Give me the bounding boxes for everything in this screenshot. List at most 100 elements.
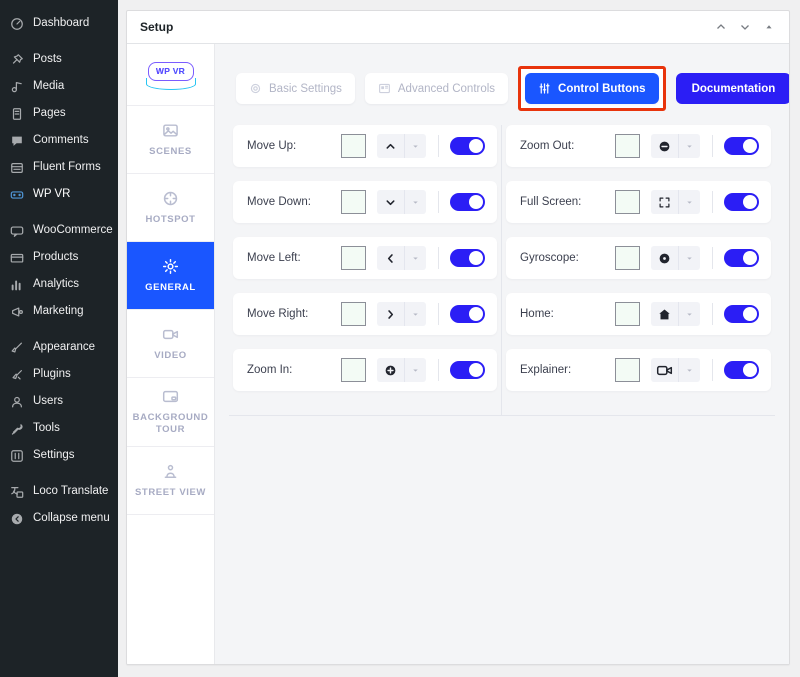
sidebar-divider xyxy=(0,37,118,46)
rail-item-hotspot[interactable]: HOTSPOT xyxy=(127,174,214,242)
tab-advanced-controls[interactable]: Advanced Controls xyxy=(364,73,509,104)
row-divider xyxy=(438,303,439,325)
icon-select-move-down[interactable] xyxy=(377,190,426,214)
sidebar-item-wp-vr[interactable]: WP VR xyxy=(0,181,118,208)
chevron-down-icon xyxy=(404,246,426,270)
toggle-move-left[interactable] xyxy=(450,249,485,267)
toggle-zoom-out[interactable] xyxy=(724,137,759,155)
icon-select-home[interactable] xyxy=(651,302,700,326)
rail-item-background-tour[interactable]: BACKGROUND TOUR xyxy=(127,378,214,447)
sidebar-item-label: WP VR xyxy=(33,188,71,200)
color-swatch-move-left[interactable] xyxy=(341,246,366,270)
icon-select-explainer[interactable] xyxy=(651,358,700,382)
megaphone-icon xyxy=(9,304,25,320)
page-title: Setup xyxy=(140,20,174,34)
toggle-panel-icon[interactable] xyxy=(757,15,781,39)
sidebar-item-pages[interactable]: Pages xyxy=(0,100,118,127)
tab-control-buttons[interactable]: Control Buttons xyxy=(525,73,659,104)
home-icon xyxy=(651,302,678,326)
background-tour-icon xyxy=(162,388,179,405)
sidebar-item-appearance[interactable]: Appearance xyxy=(0,334,118,361)
rail-item-general[interactable]: GENERAL xyxy=(127,242,214,310)
sidebar-item-fluent-forms[interactable]: Fluent Forms xyxy=(0,154,118,181)
forms-icon xyxy=(9,160,25,176)
sidebar-item-label: Users xyxy=(33,395,64,407)
sidebar-item-tools[interactable]: Tools xyxy=(0,415,118,442)
sidebar-item-label: Analytics xyxy=(33,278,80,290)
toggle-zoom-in[interactable] xyxy=(450,361,485,379)
chevron-down-icon xyxy=(678,190,700,214)
sidebar-item-plugins[interactable]: Plugins xyxy=(0,361,118,388)
sidebar-item-users[interactable]: Users xyxy=(0,388,118,415)
sidebar-item-label: Fluent Forms xyxy=(33,161,101,173)
color-swatch-full-screen[interactable] xyxy=(615,190,640,214)
analytics-icon xyxy=(9,277,25,293)
row-divider xyxy=(712,135,713,157)
toggle-home[interactable] xyxy=(724,305,759,323)
control-row-move-up: Move Up: xyxy=(233,125,497,167)
documentation-button[interactable]: Documentation xyxy=(675,73,789,104)
color-swatch-move-up[interactable] xyxy=(341,134,366,158)
sidebar-item-products[interactable]: Products xyxy=(0,244,118,271)
gear-outline-icon xyxy=(249,82,262,95)
toggle-move-up[interactable] xyxy=(450,137,485,155)
color-swatch-zoom-in[interactable] xyxy=(341,358,366,382)
sidebar-item-media[interactable]: Media xyxy=(0,73,118,100)
gear-icon xyxy=(162,258,179,275)
icon-select-full-screen[interactable] xyxy=(651,190,700,214)
move-up-icon[interactable] xyxy=(709,15,733,39)
icon-select-move-up[interactable] xyxy=(377,134,426,158)
sidebar-item-analytics[interactable]: Analytics xyxy=(0,271,118,298)
tab-label: Control Buttons xyxy=(558,82,646,95)
color-swatch-move-down[interactable] xyxy=(341,190,366,214)
sidebar-item-label: Media xyxy=(33,80,65,92)
chevron-down-icon xyxy=(404,302,426,326)
toggle-move-down[interactable] xyxy=(450,193,485,211)
sidebar-item-dashboard[interactable]: Dashboard xyxy=(0,10,118,37)
color-swatch-home[interactable] xyxy=(615,302,640,326)
rail-item-label: BACKGROUND TOUR xyxy=(132,412,209,435)
sidebar-item-label: Appearance xyxy=(33,341,96,353)
icon-select-move-right[interactable] xyxy=(377,302,426,326)
toggle-gyroscope[interactable] xyxy=(724,249,759,267)
toggle-move-right[interactable] xyxy=(450,305,485,323)
sidebar-item-label: Tools xyxy=(33,422,60,434)
fullscreen-icon xyxy=(651,190,678,214)
color-swatch-gyroscope[interactable] xyxy=(615,246,640,270)
control-row-gyroscope: Gyroscope: xyxy=(506,237,771,279)
sliders-icon xyxy=(538,82,551,95)
row-divider xyxy=(438,135,439,157)
toggle-explainer[interactable] xyxy=(724,361,759,379)
icon-select-zoom-out[interactable] xyxy=(651,134,700,158)
sidebar-item-settings[interactable]: Settings xyxy=(0,442,118,469)
sidebar-item-collapse-menu[interactable]: Collapse menu xyxy=(0,505,118,532)
annotation-highlight-box: Control Buttons xyxy=(518,66,666,111)
control-row-move-left: Move Left: xyxy=(233,237,497,279)
control-row-move-down: Move Down: xyxy=(233,181,497,223)
pin-icon xyxy=(9,52,25,68)
panel-icon xyxy=(378,82,391,95)
rail-item-video[interactable]: VIDEO xyxy=(127,310,214,378)
rail-item-scenes[interactable]: SCENES xyxy=(127,106,214,174)
sidebar-item-label: Collapse menu xyxy=(33,512,110,524)
color-swatch-explainer[interactable] xyxy=(615,358,640,382)
rail-item-street-view[interactable]: STREET VIEW xyxy=(127,447,214,515)
sidebar-item-marketing[interactable]: Marketing xyxy=(0,298,118,325)
sidebar-item-posts[interactable]: Posts xyxy=(0,46,118,73)
toggle-full-screen[interactable] xyxy=(724,193,759,211)
color-swatch-move-right[interactable] xyxy=(341,302,366,326)
sidebar-item-woocommerce[interactable]: WooCommerce xyxy=(0,217,118,244)
icon-select-zoom-in[interactable] xyxy=(377,358,426,382)
row-divider xyxy=(712,303,713,325)
icon-select-move-left[interactable] xyxy=(377,246,426,270)
image-icon xyxy=(162,122,179,139)
control-label: Zoom Out: xyxy=(520,140,575,152)
color-swatch-zoom-out[interactable] xyxy=(615,134,640,158)
row-divider xyxy=(712,247,713,269)
sidebar-item-loco-translate[interactable]: Loco Translate xyxy=(0,478,118,505)
sidebar-item-label: Products xyxy=(33,251,79,263)
move-down-icon[interactable] xyxy=(733,15,757,39)
icon-select-gyroscope[interactable] xyxy=(651,246,700,270)
sidebar-item-comments[interactable]: Comments xyxy=(0,127,118,154)
tab-basic-settings[interactable]: Basic Settings xyxy=(236,73,355,104)
